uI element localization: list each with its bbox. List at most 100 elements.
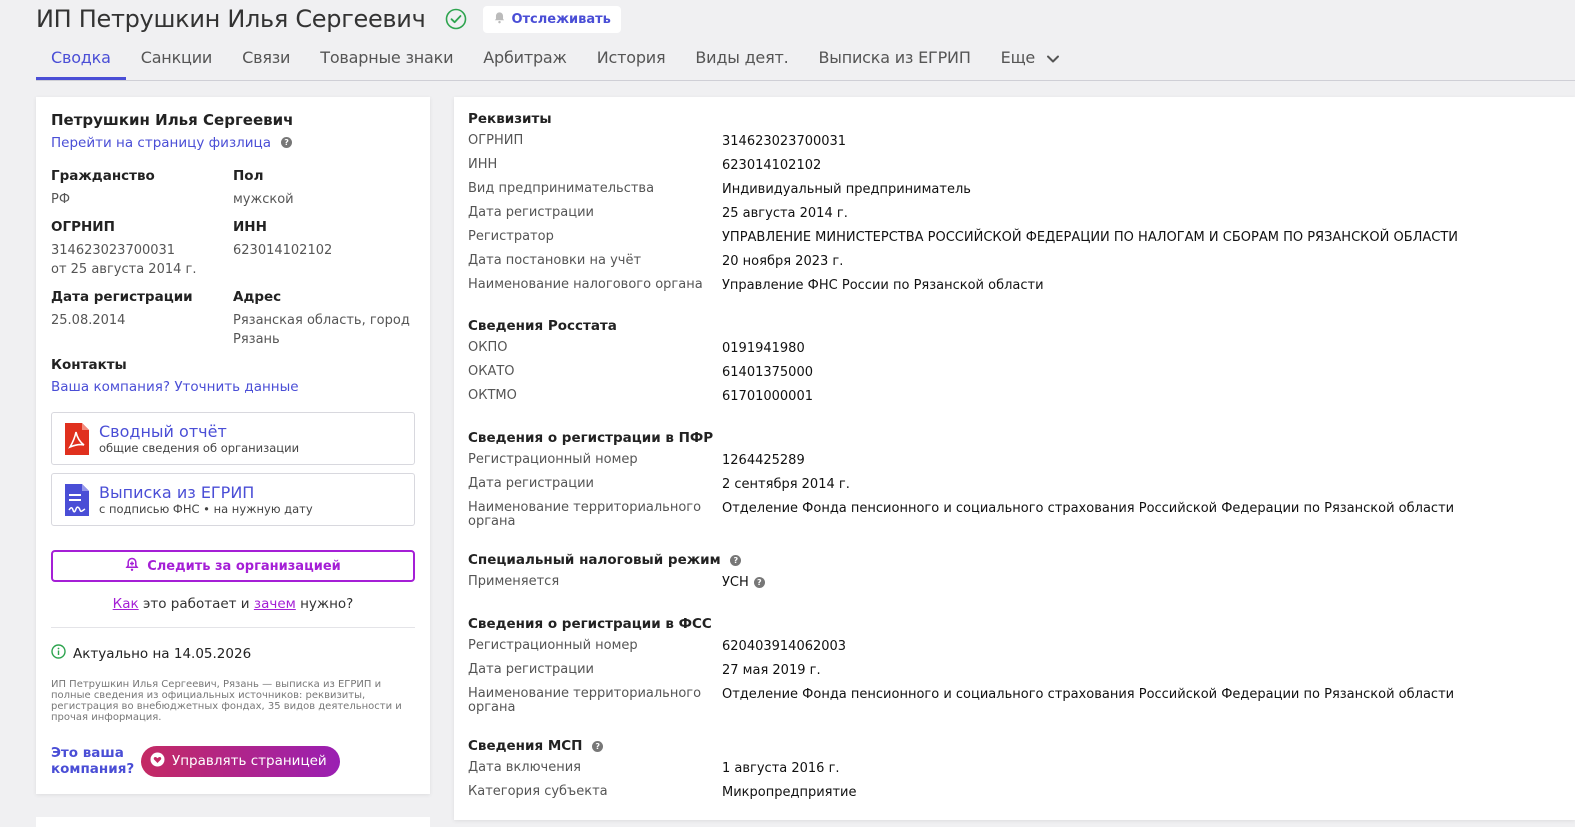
rosstat-key: ОКАТО [468,364,515,379]
msp-key: Категория субъекта [468,784,608,799]
actuality-line: Актуально на 14.05.2026 [51,644,415,663]
manage-page-button[interactable]: Управлять страницей [141,745,340,777]
contacts-edit-link[interactable]: Ваша компания? Уточнить данные [51,379,415,395]
req-key: Дата постановки на учёт [468,253,642,268]
summary-sidebar-card: Петрушкин Илья Сергеевич Перейти на стра… [36,97,430,794]
req-key: Регистратор [468,229,554,244]
fss-key: Дата регистрации [468,662,595,677]
page-title: ИП Петрушкин Илья Сергеевич [36,5,426,33]
req-value: Управление ФНС России по Рязанской облас… [722,278,1044,293]
ogrnip-value: 314623023700031 [51,243,176,258]
regdate-label: Дата регистрации [51,289,193,305]
help-icon[interactable]: ? [592,740,604,752]
summary-report-card[interactable]: Сводный отчёт общие сведения об организа… [51,412,415,465]
req-value: 25 августа 2014 г. [722,206,848,221]
tab-egrip-extract[interactable]: Выписка из ЕГРИП [804,41,986,79]
person-page-link[interactable]: Перейти на страницу физлица [51,135,271,151]
req-row-inn: ИНН 623014102102 [468,158,821,174]
requisites-title: Реквизиты [468,111,552,127]
seo-description: ИП Петрушкин Илья Сергеевич, Рязань — вы… [51,679,402,723]
page-header: ИП Петрушкин Илья Сергеевич Отслеживать [36,3,621,35]
how-it-works-line: Как это работает и зачем нужно? [51,596,415,612]
track-label: Отслеживать [511,11,611,27]
rosstat-key: ОКТМО [468,388,517,403]
tab-links[interactable]: Связи [227,41,305,79]
pfr-value: Отделение Фонда пенсионного и социальног… [722,501,1455,516]
tax-regime-title: Специальный налоговый режим [468,552,721,568]
contacts-label: Контакты [51,357,127,373]
egrip-extract-subtitle: с подписью ФНС • на нужную дату [99,501,313,516]
sex-value: мужской [233,192,294,207]
rosstat-value: 61701000001 [722,389,813,404]
manage-row: Это ваша компания? Управлять страницей [51,745,415,777]
tax-row-applied: Применяется УСН? [468,575,765,590]
ogrnip-date: от 25 августа 2014 г. [51,262,197,277]
manage-page-label: Управлять страницей [172,753,327,769]
rosstat-row-okato: ОКАТО 61401375000 [468,364,813,381]
pfr-value: 2 сентября 2014 г. [722,477,850,492]
chevron-down-icon [1046,49,1060,68]
ogrnip-label: ОГРНИП [51,219,115,235]
how-link[interactable]: Как [113,596,139,612]
tab-activities[interactable]: Виды деят. [680,41,803,79]
msp-title: Сведения МСП [468,738,583,754]
tab-summary[interactable]: Сводка [36,41,126,80]
fss-row-regdate: Дата регистрации 27 мая 2019 г. [468,662,821,679]
req-value: УПРАВЛЕНИЕ МИНИСТЕРСТВА РОССИЙСКОЙ ФЕДЕР… [722,230,1459,245]
address-line-2: Рязань [233,332,280,347]
pfr-row-authority: Наименование территориального органа Отде… [468,501,1454,529]
follow-organization-button[interactable]: Следить за организацией [51,550,415,582]
rosstat-key: ОКПО [468,340,508,355]
help-icon[interactable]: ? [753,577,765,588]
pfr-row-regdate: Дата регистрации 2 сентября 2014 г. [468,477,850,493]
sex-label: Пол [233,168,264,184]
msp-row-date: Дата включения 1 августа 2016 г. [468,761,840,777]
req-value: 20 ноября 2023 г. [722,254,844,269]
help-icon[interactable]: ? [730,554,742,566]
divider [51,627,415,628]
rosstat-value: 61401375000 [722,365,813,380]
heart-shield-icon [150,752,165,771]
tax-value-wrap: УСН? [722,575,765,590]
tab-history[interactable]: История [582,41,681,79]
address-label: Адрес [233,289,282,305]
rosstat-row-oktmo: ОКТМО 61701000001 [468,388,813,405]
req-row-type: Вид предпринимательства Индивидуальный пр… [468,182,971,198]
document-signature-icon [64,483,90,517]
why-link[interactable]: зачем [254,596,296,612]
track-button[interactable]: Отслеживать [483,5,621,33]
address-line-1: Рязанская область, город [233,313,410,328]
tab-sanctions[interactable]: Санкции [126,41,227,79]
msp-value: Микропредприятие [722,785,857,800]
msp-row-category: Категория субъекта Микропредприятие [468,784,857,801]
how-text-2: нужно? [295,596,354,612]
egrip-extract-card[interactable]: Выписка из ЕГРИП с подписью ФНС • на нуж… [51,473,415,526]
tax-regime-title-row: Специальный налоговый режим ? [468,552,742,568]
fss-title: Сведения о регистрации в ФСС [468,616,712,632]
req-key: Дата регистрации [468,205,595,220]
person-name: Петрушкин Илья Сергеевич [51,111,294,129]
req-row-ogrnip: ОГРНИП 314623023700031 [468,134,846,150]
tab-arbitration[interactable]: Арбитраж [468,41,581,79]
rosstat-title: Сведения Росстата [468,318,617,334]
fss-row-regnum: Регистрационный номер 620403914062003 [468,638,846,655]
req-row-tax-authority: Наименование налогового органа Управление… [468,278,1044,294]
msp-title-row: Сведения МСП ? [468,738,604,754]
tab-trademarks[interactable]: Товарные знаки [305,41,468,79]
info-icon [51,644,66,663]
actuality-text: Актуально на 14.05.2026 [73,645,252,662]
fss-row-authority: Наименование территориального органа Отде… [468,687,1454,715]
req-row-accounting-date: Дата постановки на учёт 20 ноября 2023 г. [468,253,844,270]
tax-value: УСН [722,575,749,590]
your-company-link[interactable]: Это ваша компания? [51,745,141,777]
fss-value: Отделение Фонда пенсионного и социальног… [722,687,1455,702]
req-value: Индивидуальный предприниматель [722,182,971,197]
bell-icon [493,11,506,28]
fss-key: Регистрационный номер [468,638,638,653]
citizenship-label: Гражданство [51,168,155,184]
verified-check-icon [445,8,467,30]
next-card-edge [36,817,430,827]
help-icon[interactable]: ? [281,137,293,148]
tab-more[interactable]: Еще [986,41,1075,80]
how-text-1: это работает и [138,596,254,612]
